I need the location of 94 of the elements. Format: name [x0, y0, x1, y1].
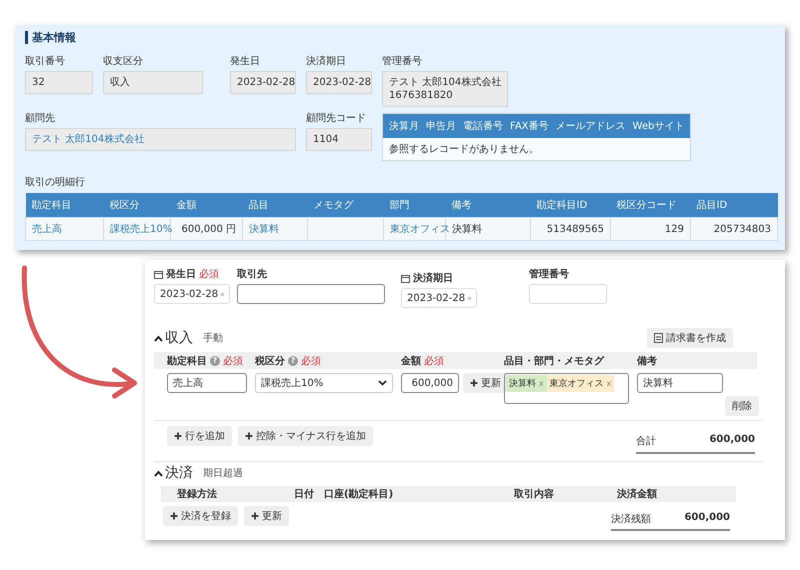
- column-header: 口座(勘定科目): [324, 487, 394, 501]
- column-header: FAX番号: [510, 120, 549, 133]
- field-label: 管理番号: [529, 268, 569, 281]
- tag: 決算料 x: [506, 375, 547, 392]
- field-value: 2023-02-28: [230, 71, 296, 94]
- table-cell[interactable]: 課税売上10%: [104, 218, 170, 240]
- tag: 東京オフィス x: [546, 375, 614, 392]
- plus-icon: [470, 379, 478, 387]
- field-label: 管理番号: [382, 56, 423, 67]
- column-header: 勘定科目: [26, 193, 104, 218]
- column-header: 申告月: [426, 120, 456, 133]
- field-label: 発生日: [166, 268, 196, 281]
- partner-link[interactable]: テスト 太郎104株式会社: [32, 134, 144, 145]
- account-field[interactable]: 売上高: [167, 373, 247, 393]
- calendar-icon: [154, 270, 163, 278]
- required-mark: 必須: [301, 354, 321, 368]
- field-value: 1104: [306, 128, 372, 151]
- plus-icon: [174, 432, 182, 440]
- field-value: 2023-02-28: [306, 71, 372, 94]
- add-row-button[interactable]: 控除・マイナス行を追加: [238, 426, 373, 446]
- field-label: 顧問先: [25, 113, 56, 124]
- plus-icon: [170, 512, 178, 520]
- section-title: 収入: [165, 329, 193, 347]
- amount-field[interactable]: 600,000: [401, 373, 459, 393]
- table-cell: 513489565: [530, 218, 610, 240]
- column-header: 部門: [384, 193, 446, 218]
- note-field[interactable]: 決算料: [637, 373, 723, 393]
- table-cell: 129: [610, 218, 690, 240]
- settlement-button[interactable]: 決済を登録: [163, 506, 238, 526]
- column-header: 勘定科目ID: [530, 193, 610, 218]
- total-label: 合計: [636, 434, 656, 448]
- balance-value: 600,000: [684, 512, 730, 525]
- section-title: 基本情報: [25, 31, 785, 44]
- column-header: 税区分: [255, 354, 285, 368]
- field-label: 収支区分: [103, 56, 144, 67]
- table-cell[interactable]: 売上高: [26, 218, 104, 240]
- date-field[interactable]: 2023-02-28: [154, 284, 230, 304]
- column-header: 税区分コード: [610, 193, 690, 218]
- date-field[interactable]: 2023-02-28: [401, 288, 477, 308]
- field-label: 決済期日: [306, 56, 347, 67]
- field-label: 取引番号: [25, 56, 66, 67]
- section-subtitle: 手動: [203, 332, 223, 345]
- calendar-icon: [401, 274, 410, 282]
- column-header: 決済金額: [617, 487, 658, 501]
- column-header: 日付: [294, 488, 315, 501]
- required-mark: 必須: [199, 268, 219, 281]
- plus-icon: [245, 432, 253, 440]
- field-label: 決済期日: [413, 271, 453, 285]
- column-header: メールアドレス: [556, 120, 626, 133]
- column-header: 決算月: [389, 120, 419, 133]
- field-value: 32: [25, 71, 93, 94]
- required-mark: 必須: [424, 354, 444, 368]
- delete-button[interactable]: 削除: [725, 396, 759, 416]
- column-header: 登録方法: [177, 487, 218, 501]
- field-value: テスト 太郎104株式会社 1676381820: [382, 71, 508, 107]
- column-header: 金額: [401, 354, 421, 368]
- column-header: 電話番号: [463, 120, 503, 133]
- column-header: メモタグ: [308, 193, 384, 218]
- input-field[interactable]: [237, 284, 385, 304]
- subsection-title: 取引の明細行: [25, 176, 86, 189]
- column-header: 備考: [637, 354, 657, 368]
- column-header: 備考: [446, 193, 530, 218]
- plus-icon: [251, 512, 259, 520]
- section-subtitle: 期日超過: [203, 466, 243, 480]
- column-header: Webサイト: [632, 120, 684, 133]
- field-label: 顧問先コード: [306, 113, 367, 124]
- document-icon: [654, 333, 663, 343]
- field-label: 発生日: [230, 56, 261, 67]
- column-header: 勘定科目: [167, 354, 207, 368]
- update-button[interactable]: 更新: [463, 373, 508, 393]
- chevron-icon[interactable]: [154, 470, 163, 476]
- create-invoice-button[interactable]: 請求書を作成: [647, 328, 733, 348]
- tag-field[interactable]: 決算料 x 東京オフィス x: [504, 373, 629, 404]
- column-header: 税区分: [104, 193, 170, 218]
- empty-message: 参照するレコードがありません。: [388, 142, 540, 157]
- chevron-icon[interactable]: [154, 334, 163, 342]
- table-cell[interactable]: 決算料: [242, 218, 308, 240]
- column-header: 品目ID: [690, 193, 778, 218]
- settlement-button[interactable]: 更新: [244, 506, 289, 526]
- total-value: 600,000: [709, 434, 755, 447]
- column-header: 金額: [170, 193, 242, 218]
- column-header: 品目・部門・メモタグ: [504, 354, 604, 368]
- add-row-button[interactable]: 行を追加: [167, 426, 232, 446]
- section-title: 決済: [165, 464, 193, 482]
- caret-icon: [378, 380, 387, 386]
- column-header: 取引内容: [514, 487, 555, 501]
- required-mark: 必須: [223, 354, 243, 368]
- table-cell: 205734803: [690, 218, 778, 240]
- tax-select[interactable]: 課税売上10%: [255, 373, 393, 393]
- field-label: 取引先: [237, 268, 267, 281]
- column-header: 品目: [242, 193, 308, 218]
- balance-label: 決済残額: [611, 512, 651, 526]
- field-value: 収入: [103, 71, 203, 94]
- table-cell: 600,000 円: [170, 218, 242, 240]
